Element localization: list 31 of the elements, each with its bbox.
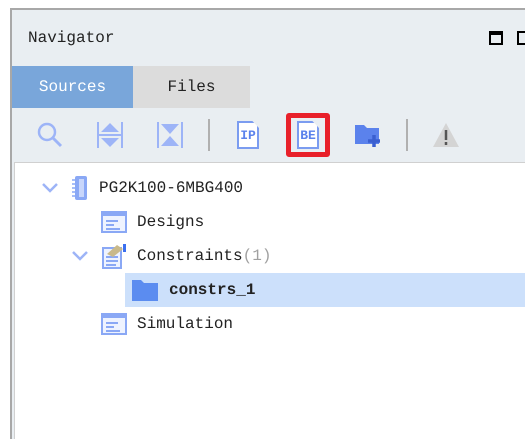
tree-item-label: PG2K100-6MBG400: [99, 178, 244, 199]
tree-item-label: Simulation: [137, 314, 234, 335]
panel-title: Navigator: [28, 28, 114, 49]
document-icon: IP: [237, 121, 259, 149]
chevron-icon[interactable]: [71, 250, 89, 262]
item-count: (1): [242, 246, 272, 267]
tree-item[interactable]: Simulation: [95, 307, 525, 341]
document-icon: BE: [297, 121, 319, 149]
tree-item[interactable]: PG2K100-6MBG400: [65, 171, 525, 205]
maximize-icon[interactable]: [489, 31, 503, 45]
search-icon: [37, 121, 63, 149]
collapse-icon: [156, 121, 184, 149]
tree-item[interactable]: constrs_1: [125, 273, 525, 307]
folder-icon: [131, 278, 159, 302]
expand-icon: [96, 121, 124, 149]
tree-item-label: Designs: [137, 212, 204, 233]
warning-icon: [432, 122, 460, 148]
tab[interactable]: Files: [133, 66, 250, 108]
document-pencil-icon: [101, 243, 127, 269]
tree-item-label: constrs_1: [169, 280, 256, 301]
list-icon: [101, 313, 127, 335]
restore-icon[interactable]: [517, 31, 525, 45]
toolbar-button[interactable]: IP: [226, 113, 270, 157]
tree-item-label: Constraints: [137, 246, 243, 267]
tree-item[interactable]: Constraints(1): [95, 239, 525, 273]
chevron-icon[interactable]: [41, 182, 59, 194]
tree-item[interactable]: Designs: [95, 205, 525, 239]
folder-add-icon: [354, 122, 382, 148]
toolbar-button[interactable]: BE: [286, 113, 330, 157]
list-icon: [101, 211, 127, 233]
chip-icon: [71, 175, 89, 201]
